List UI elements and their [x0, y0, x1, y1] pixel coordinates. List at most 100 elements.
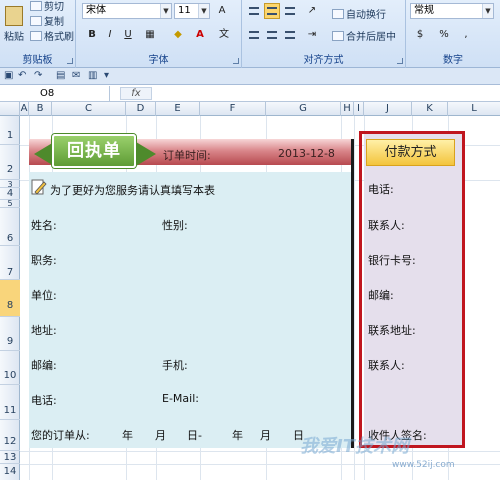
row-header-10[interactable]: 10 [0, 351, 20, 385]
cut-button[interactable]: 剪切 [30, 0, 64, 13]
column-header-k[interactable]: K [412, 102, 448, 116]
alignment-group-label: 对齐方式 [303, 55, 344, 66]
underline-button[interactable]: U [120, 27, 136, 43]
clipboard-launcher[interactable] [67, 58, 73, 64]
font-color-button[interactable]: A [192, 27, 208, 43]
comma-button[interactable]: , [458, 27, 474, 43]
month-label-2: 月 [260, 429, 271, 442]
row-header-9[interactable]: 9 [0, 317, 20, 351]
align-right-icon[interactable] [282, 27, 298, 43]
chevron-down-icon: ▼ [160, 4, 171, 18]
copy-button[interactable]: 复制 [30, 13, 64, 28]
column-header-b[interactable]: B [29, 102, 52, 116]
column-header-d[interactable]: D [126, 102, 156, 116]
align-middle-icon[interactable] [264, 3, 280, 19]
receipt-form-panel [29, 172, 351, 448]
number-group: 常规 ▼ $ % , 数字 [406, 0, 500, 68]
name-label: 姓名: [31, 219, 57, 232]
row-header-12[interactable]: 12 [0, 420, 20, 451]
bold-button[interactable]: B [84, 27, 100, 43]
column-header-j[interactable]: J [364, 102, 412, 116]
column-headers: A B C D E F G H I J K L [0, 102, 500, 116]
redo-icon[interactable]: ↷ [34, 70, 42, 81]
font-family-combo[interactable]: 宋体 ▼ [82, 3, 172, 19]
row-header-2[interactable]: 2 [0, 145, 20, 180]
border-icon[interactable]: ▦ [142, 27, 158, 43]
undo-icon[interactable]: ↶ [18, 70, 26, 81]
align-top-icon[interactable] [246, 3, 262, 19]
align-left-icon[interactable] [246, 27, 262, 43]
row-headers: 1 2 3 4 5 6 7 8 9 10 11 12 13 14 [0, 116, 20, 480]
clipboard-group-label: 剪贴板 [22, 55, 53, 66]
wrap-text-icon [332, 9, 344, 19]
order-time-label: 订单时间: [163, 149, 211, 162]
receipt-badge: 回执单 [34, 134, 156, 170]
paste-button[interactable]: 粘贴 [2, 6, 26, 46]
zip-label: 邮编: [31, 359, 57, 372]
name-box[interactable]: O8 [0, 86, 110, 101]
month-label-1: 月 [155, 429, 166, 442]
number-format-combo[interactable]: 常规 ▼ [410, 3, 494, 19]
row-header-11[interactable]: 11 [0, 385, 20, 420]
save-icon[interactable]: ▣ [4, 70, 13, 81]
fill-color-icon[interactable]: ◆ [170, 27, 186, 43]
pencil-icon [31, 179, 47, 195]
formula-bar: O8 fx [0, 86, 500, 102]
row-header-6[interactable]: 6 [0, 208, 20, 246]
row-header-3[interactable]: 3 [0, 180, 20, 189]
align-center-icon[interactable] [264, 27, 280, 43]
insert-function-button[interactable]: fx [120, 87, 152, 100]
row-header-1[interactable]: 1 [0, 116, 20, 145]
year-label-2: 年 [232, 429, 243, 442]
chart-icon[interactable]: ▥ [88, 70, 97, 81]
column-header-f[interactable]: F [200, 102, 266, 116]
email-label: E-Mail: [162, 392, 199, 405]
align-bottom-icon[interactable] [282, 3, 298, 19]
brush-icon [30, 31, 42, 41]
column-header-i[interactable]: I [354, 102, 364, 116]
column-header-h[interactable]: H [341, 102, 354, 116]
chevron-down-icon: ▼ [198, 4, 209, 18]
column-header-g[interactable]: G [266, 102, 341, 116]
receipt-badge-label: 回执单 [52, 134, 136, 168]
quick-access-toolbar: ▣ ↶ ↷ ▤ ✉ ▥ ▾ [0, 68, 500, 85]
font-size-combo[interactable]: 11 ▼ [174, 3, 210, 19]
alignment-launcher[interactable] [397, 58, 403, 64]
order-from-label: 您的订单从: [31, 429, 90, 442]
paste-icon [5, 6, 23, 26]
address-label: 地址: [31, 324, 57, 337]
phonetic-icon[interactable]: 文 [216, 27, 232, 43]
italic-button[interactable]: I [102, 27, 118, 43]
row-header-7[interactable]: 7 [0, 246, 20, 280]
chevron-down-icon: ▼ [482, 4, 493, 18]
clipboard-group: 粘贴 剪切 复制 格式刷 剪贴板 [0, 0, 76, 68]
grow-font-icon[interactable]: A [214, 3, 230, 19]
orientation-icon[interactable]: ↗ [304, 3, 320, 19]
column-header-e[interactable]: E [156, 102, 200, 116]
row-header-5[interactable]: 5 [0, 200, 20, 208]
row-header-8[interactable]: 8 [0, 280, 20, 317]
row-header-14[interactable]: 14 [0, 464, 20, 480]
font-group-label: 字体 [148, 55, 169, 66]
print-preview-icon[interactable]: ▤ [56, 70, 65, 81]
select-all-corner[interactable] [0, 102, 20, 116]
mobile-label: 手机: [162, 359, 188, 372]
currency-icon[interactable]: $ [412, 27, 428, 43]
row-header-13[interactable]: 13 [0, 451, 20, 464]
payment-highlight-border [359, 131, 465, 448]
percent-button[interactable]: % [436, 27, 452, 43]
wrap-text-button[interactable]: 自动换行 [332, 6, 386, 21]
email-icon[interactable]: ✉ [72, 70, 80, 81]
column-header-l[interactable]: L [448, 102, 500, 116]
format-painter-button[interactable]: 格式刷 [30, 28, 74, 43]
number-group-label: 数字 [443, 55, 463, 66]
column-header-a[interactable]: A [20, 102, 29, 116]
font-launcher[interactable] [233, 58, 239, 64]
column-header-c[interactable]: C [52, 102, 126, 116]
phone-label: 电话: [31, 394, 57, 407]
merge-center-button[interactable]: 合并后居中 [332, 28, 396, 43]
indent-icon[interactable]: ⇥ [304, 27, 320, 43]
customize-qat-icon[interactable]: ▾ [104, 70, 109, 81]
watermark: 我爱IT技术网 [300, 436, 409, 457]
year-label-1: 年 [122, 429, 133, 442]
